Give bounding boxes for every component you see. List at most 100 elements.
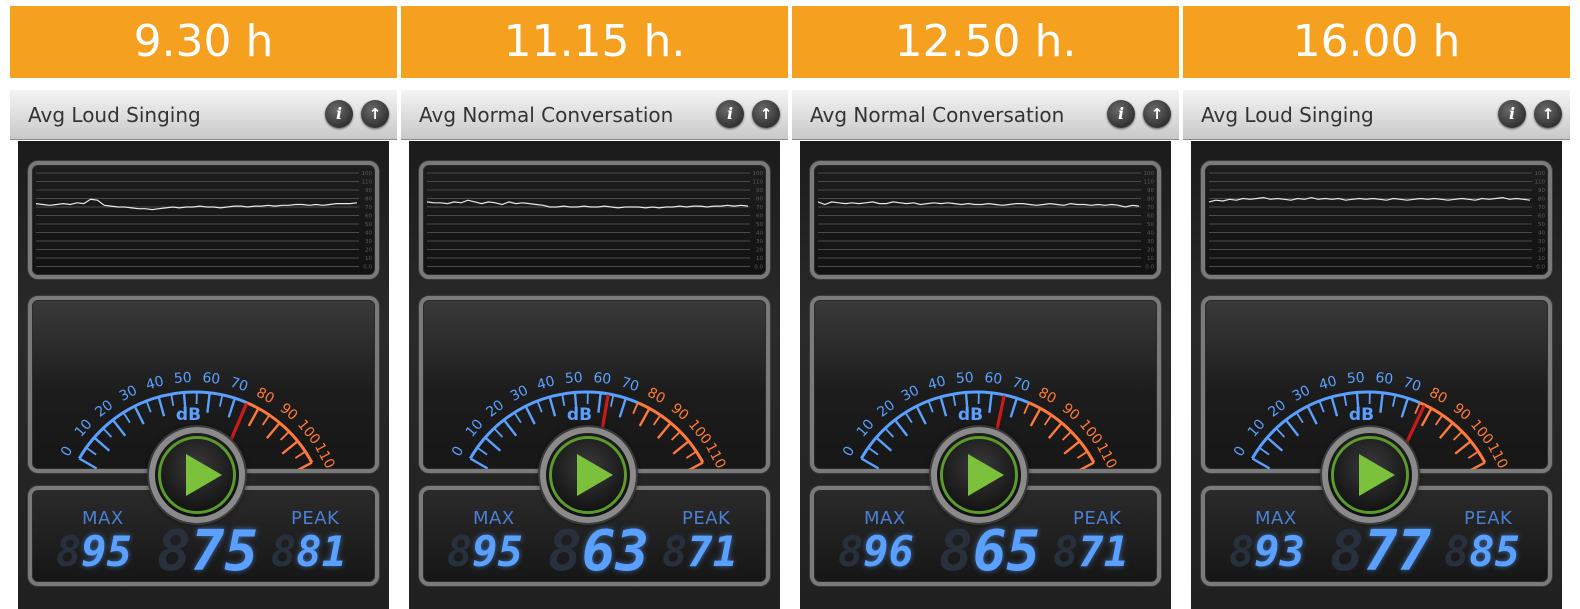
scale-label: 90 bbox=[1450, 400, 1474, 424]
graph-axis-label: 90 bbox=[1538, 188, 1545, 194]
max-readout: 895 bbox=[447, 522, 523, 582]
scale-label: 90 bbox=[668, 400, 692, 424]
meter-body: 100 110 90 80 70 60 50 40 30 20 10 0.0 0 10 20 30 40 50 60… bbox=[18, 141, 389, 609]
play-icon bbox=[967, 454, 1004, 496]
meter-body: 100 110 90 80 70 60 50 40 30 20 10 0.0 0 10 20 30 40 50 60… bbox=[409, 141, 780, 609]
upload-button[interactable]: ↑ bbox=[1143, 100, 1171, 128]
scale-label: 70 bbox=[1401, 375, 1423, 396]
graph-axis-label: 110 bbox=[362, 180, 373, 186]
scale-label: 20 bbox=[1265, 397, 1289, 421]
history-graph: 100 110 90 80 70 60 50 40 30 20 10 0.0 bbox=[1201, 161, 1552, 279]
scale-label: 20 bbox=[92, 397, 116, 421]
scale-label: 40 bbox=[535, 373, 556, 393]
scale-label: 40 bbox=[1317, 373, 1338, 393]
history-graph: 100 110 90 80 70 60 50 40 30 20 10 0.0 bbox=[810, 161, 1161, 279]
graph-axis-label: 90 bbox=[756, 188, 763, 194]
scale-label: 70 bbox=[1010, 375, 1032, 396]
graph-axis-label: 30 bbox=[365, 239, 372, 245]
history-graph-svg: 100 110 90 80 70 60 50 40 30 20 10 0.0 bbox=[35, 171, 373, 271]
upload-button[interactable]: ↑ bbox=[361, 100, 389, 128]
graph-axis-label: 10 bbox=[1147, 256, 1154, 262]
arrow-up-icon: ↑ bbox=[1150, 105, 1164, 123]
info-button[interactable]: i bbox=[1107, 100, 1135, 128]
graph-axis-label: 100 bbox=[362, 171, 373, 177]
sound-meter-panel: 11.15 h. Avg Normal Conversation i ↑ 100 110 9… bbox=[401, 0, 788, 609]
scale-label: 10 bbox=[72, 416, 96, 440]
graph-axis-label: 50 bbox=[1147, 222, 1154, 228]
info-button[interactable]: i bbox=[716, 100, 744, 128]
scale-label: 10 bbox=[463, 416, 487, 440]
info-button[interactable]: i bbox=[325, 100, 353, 128]
max-readout: 896 bbox=[838, 522, 914, 582]
play-button[interactable] bbox=[930, 427, 1027, 523]
scale-label: 20 bbox=[874, 397, 898, 421]
history-graph-svg: 100 110 90 80 70 60 50 40 30 20 10 0.0 bbox=[817, 171, 1155, 271]
play-icon bbox=[1358, 454, 1395, 496]
graph-axis-label: 40 bbox=[1538, 231, 1545, 237]
graph-axis-label: 80 bbox=[1538, 197, 1545, 203]
graph-axis-label: 20 bbox=[1147, 248, 1154, 254]
info-button[interactable]: i bbox=[1498, 100, 1526, 128]
title-bar: Avg Normal Conversation i ↑ bbox=[792, 90, 1179, 140]
max-readout-value: 96 bbox=[863, 527, 914, 576]
play-button[interactable] bbox=[1321, 427, 1418, 523]
screenshot-collage: 9.30 h Avg Loud Singing i ↑ 100 110 90 80 70 60 50… bbox=[0, 0, 1580, 609]
current-readout: 875 bbox=[157, 522, 258, 582]
current-readout-value: 65 bbox=[972, 519, 1041, 584]
max-readout: 893 bbox=[1229, 522, 1305, 582]
time-header: 12.50 h. bbox=[792, 6, 1179, 78]
scale-label: 80 bbox=[1036, 385, 1059, 408]
graph-axis-label: 20 bbox=[1538, 248, 1545, 254]
graph-axis-label: 60 bbox=[365, 214, 372, 220]
graph-axis-label: 90 bbox=[1147, 188, 1154, 194]
scale-label: 60 bbox=[983, 370, 1003, 388]
digit-ghost: 8 bbox=[1229, 527, 1255, 576]
play-button[interactable] bbox=[148, 427, 245, 523]
graph-axis-label: 0.0 bbox=[754, 265, 763, 271]
scale-label: 30 bbox=[508, 383, 531, 405]
graph-axis-label: 70 bbox=[1147, 205, 1154, 211]
time-header: 11.15 h. bbox=[401, 6, 788, 78]
unit-label: dB bbox=[958, 405, 983, 425]
peak-readout-value: 85 bbox=[1469, 527, 1520, 576]
history-line bbox=[817, 201, 1140, 208]
graph-axis-label: 110 bbox=[1144, 180, 1155, 186]
digit-ghost: 8 bbox=[1330, 519, 1364, 584]
current-readout: 877 bbox=[1330, 522, 1431, 582]
play-button[interactable] bbox=[539, 427, 636, 523]
scale-label: 80 bbox=[645, 385, 668, 408]
unit-label: dB bbox=[176, 405, 201, 425]
scale-label: 110 bbox=[311, 440, 338, 469]
scale-label: 10 bbox=[1245, 416, 1269, 440]
graph-axis-label: 70 bbox=[1538, 205, 1545, 211]
scale-label: 50 bbox=[955, 370, 974, 387]
scale-label: 50 bbox=[1346, 370, 1365, 387]
graph-axis-label: 100 bbox=[1144, 171, 1155, 177]
scale-label: 110 bbox=[1093, 440, 1120, 469]
graph-axis-label: 80 bbox=[1147, 197, 1154, 203]
time-header: 9.30 h bbox=[10, 6, 397, 78]
history-line bbox=[35, 198, 358, 211]
digit-ghost: 8 bbox=[447, 527, 473, 576]
history-graph-svg: 100 110 90 80 70 60 50 40 30 20 10 0.0 bbox=[1208, 171, 1545, 271]
info-icon: i bbox=[335, 104, 343, 123]
scale-label: 20 bbox=[483, 397, 507, 421]
scale-label: 50 bbox=[173, 370, 192, 387]
scale-label: 40 bbox=[144, 373, 165, 393]
graph-axis-label: 40 bbox=[756, 231, 763, 237]
graph-axis-label: 50 bbox=[756, 222, 763, 228]
graph-axis-label: 50 bbox=[365, 222, 372, 228]
mode-title: Avg Loud Singing bbox=[28, 103, 201, 127]
upload-button[interactable]: ↑ bbox=[752, 100, 780, 128]
graph-axis-label: 0.0 bbox=[363, 265, 372, 271]
graph-axis-label: 40 bbox=[1147, 231, 1154, 237]
scale-label: 10 bbox=[854, 416, 878, 440]
peak-readout-value: 81 bbox=[296, 527, 347, 576]
graph-axis-label: 70 bbox=[756, 205, 763, 211]
graph-axis-label: 100 bbox=[753, 171, 764, 177]
scale-label: 110 bbox=[702, 440, 729, 469]
digit-ghost: 8 bbox=[157, 519, 191, 584]
upload-button[interactable]: ↑ bbox=[1534, 100, 1562, 128]
mode-title: Avg Normal Conversation bbox=[419, 103, 674, 127]
graph-axis-label: 0.0 bbox=[1536, 265, 1545, 271]
